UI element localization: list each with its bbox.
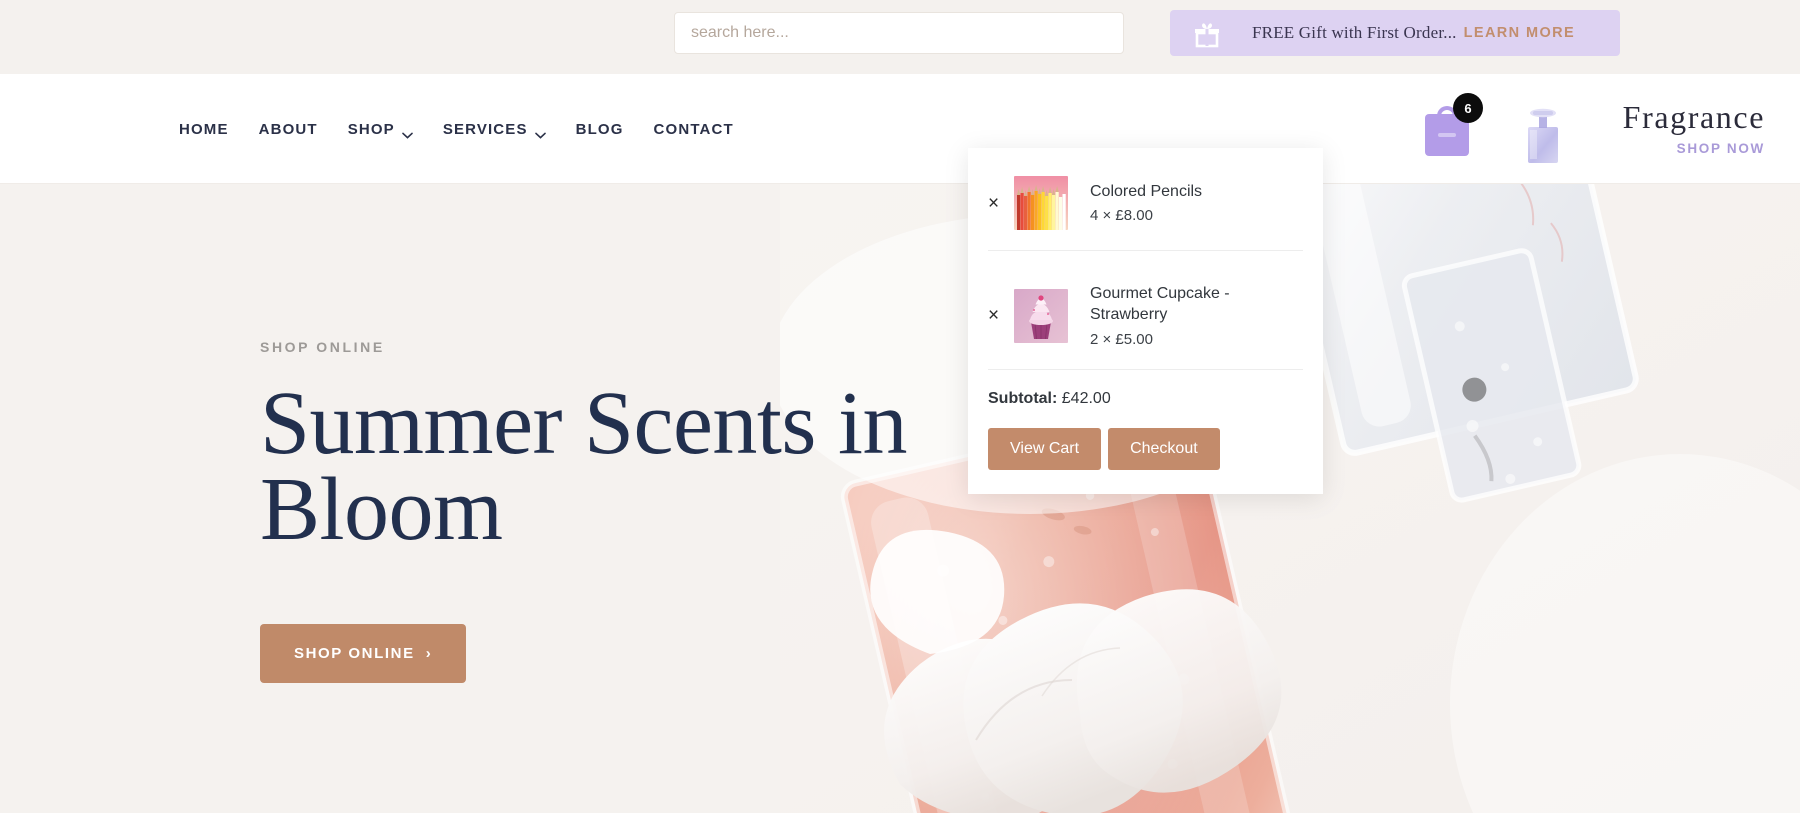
cart-button[interactable]: 6 bbox=[1425, 93, 1483, 156]
product-thumbnail-colored-pencils[interactable] bbox=[1014, 176, 1068, 230]
nav-item-home[interactable]: HOME bbox=[179, 121, 229, 138]
promo-learn-more-link[interactable]: LEARN MORE bbox=[1464, 25, 1575, 41]
main-navbar: HOME ABOUT SHOP SERVICES BLOG CONTACT 6 … bbox=[0, 74, 1800, 184]
nav-item-services[interactable]: SERVICES bbox=[442, 120, 546, 139]
remove-item-button[interactable]: × bbox=[988, 306, 1014, 325]
bag-line-decor bbox=[1438, 133, 1456, 137]
remove-item-button[interactable]: × bbox=[988, 194, 1014, 213]
gift-icon bbox=[1192, 18, 1222, 48]
promo-banner[interactable]: FREE Gift with First Order... LEARN MORE bbox=[1170, 10, 1620, 56]
search-input[interactable] bbox=[674, 12, 1124, 54]
cart-item-meta: Gourmet Cupcake - Strawberry 2 × £5.00 bbox=[1090, 283, 1303, 349]
nav-label: SERVICES bbox=[442, 120, 528, 138]
nav-label: SHOP bbox=[347, 120, 395, 138]
promo-text: FREE Gift with First Order... bbox=[1252, 23, 1457, 42]
cart-subtotal-row: Subtotal: £42.00 bbox=[988, 388, 1303, 408]
page-title: Summer Scents in Bloom bbox=[260, 374, 907, 559]
cart-item-qty-price: 2 × £5.00 bbox=[1090, 330, 1153, 348]
chevron-down-icon bbox=[534, 126, 546, 139]
cart-line-item: × bbox=[988, 170, 1303, 251]
nav-links: HOME ABOUT SHOP SERVICES BLOG CONTACT bbox=[179, 74, 734, 184]
nav-label: CONTACT bbox=[653, 120, 734, 138]
nav-label: ABOUT bbox=[258, 120, 318, 138]
cart-count-badge: 6 bbox=[1453, 93, 1483, 123]
chevron-right-icon: › bbox=[425, 645, 433, 662]
cta-label: SHOP ONLINE bbox=[294, 645, 415, 662]
chevron-down-icon bbox=[402, 126, 413, 139]
top-utility-bar: FREE Gift with First Order... LEARN MORE bbox=[0, 0, 1800, 74]
search-box[interactable] bbox=[674, 12, 1124, 54]
checkout-button[interactable]: Checkout bbox=[1108, 427, 1220, 470]
hero-section: SHOP ONLINE Summer Scents in Bloom SHOP … bbox=[0, 184, 1800, 813]
cart-item-name[interactable]: Colored Pencils bbox=[1090, 181, 1303, 202]
nav-item-about[interactable]: ABOUT bbox=[259, 121, 318, 138]
hero-eyebrow: SHOP ONLINE bbox=[260, 339, 385, 355]
shop-online-button[interactable]: SHOP ONLINE › bbox=[260, 624, 467, 683]
page-root: FREE Gift with First Order... LEARN MORE… bbox=[0, 0, 1800, 813]
subtotal-label: Subtotal: bbox=[988, 389, 1058, 407]
perfume-bottle-logo-icon bbox=[1515, 104, 1571, 166]
brand-shop-now-link[interactable]: SHOP NOW bbox=[1600, 141, 1765, 156]
subtotal-value: £42.00 bbox=[1061, 389, 1111, 407]
brand-name: Fragrance bbox=[1622, 99, 1765, 135]
mini-cart-dropdown: × Colored Pencils 4 × £8.00 × Gourmet Cu… bbox=[968, 148, 1323, 494]
cart-item-name[interactable]: Gourmet Cupcake - Strawberry bbox=[1090, 283, 1303, 326]
nav-item-contact[interactable]: CONTACT bbox=[654, 121, 734, 138]
nav-label: BLOG bbox=[575, 120, 624, 138]
cart-actions: View Cart Checkout bbox=[988, 427, 1303, 470]
cart-item-qty-price: 4 × £8.00 bbox=[1090, 207, 1153, 225]
nav-item-shop[interactable]: SHOP bbox=[347, 120, 413, 139]
product-thumbnail-cupcake[interactable] bbox=[1014, 288, 1068, 343]
cart-line-item: × bbox=[988, 269, 1303, 370]
brand-logo[interactable]: Fragrance SHOP NOW bbox=[1600, 99, 1765, 156]
view-cart-button[interactable]: View Cart bbox=[988, 427, 1102, 470]
nav-item-blog[interactable]: BLOG bbox=[576, 121, 624, 138]
hero-copy: SHOP ONLINE Summer Scents in Bloom SHOP … bbox=[260, 339, 960, 683]
nav-label: HOME bbox=[179, 120, 229, 138]
cart-item-meta: Colored Pencils 4 × £8.00 bbox=[1090, 181, 1303, 225]
